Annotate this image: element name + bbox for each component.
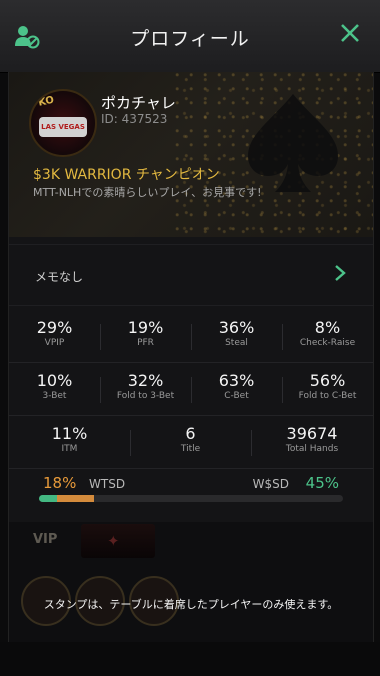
stat-pfr: 19% PFR: [100, 318, 191, 348]
stat-label: Steal: [225, 338, 248, 348]
stat-label: Fold to C-Bet: [298, 391, 357, 401]
wtsd-value: 18%: [43, 474, 77, 492]
stat-label: C-Bet: [224, 391, 249, 401]
vip-label: VIP: [33, 532, 58, 547]
bottom-strip: [0, 642, 380, 676]
wtsd-label: WTSD: [89, 477, 126, 491]
player-id: ID: 437523: [101, 112, 168, 126]
memo-label: メモなし: [35, 270, 84, 284]
stat-title: 6 Title: [130, 424, 251, 454]
vip-stamp-area: VIP ✦ スタンプは、テーブルに着席したプレイヤーのみ使えます。: [9, 522, 373, 642]
ornament-icon: ✦: [107, 532, 120, 550]
showdown-bar: [39, 495, 343, 502]
close-icon[interactable]: [338, 22, 362, 46]
stat-vpip: 29% VPIP: [9, 318, 100, 348]
stat-label: ITM: [61, 444, 78, 454]
stat-value: 11%: [51, 424, 88, 443]
avatar-sign: LAS VEGAS: [39, 117, 87, 137]
stats-row-2: 10% 3-Bet 32% Fold to 3-Bet 63% C-Bet 56…: [9, 363, 373, 416]
stat-value: 6: [185, 424, 196, 443]
stat-label: Title: [180, 444, 201, 454]
stat-3bet: 10% 3-Bet: [9, 371, 100, 401]
page-title: プロフィール: [130, 28, 250, 50]
achievement-description: MTT-NLHでの素晴らしいプレイ、お見事です!: [33, 186, 262, 199]
stat-value: 36%: [218, 318, 255, 337]
stat-label: PFR: [137, 338, 154, 348]
stat-value: 29%: [36, 318, 73, 337]
stamp-note: スタンプは、テーブルに着席したプレイヤーのみ使えます。: [43, 598, 339, 611]
stats-row-1: 29% VPIP 19% PFR 36% Steal 8% Check-Rais…: [9, 310, 373, 363]
stat-label: 3-Bet: [42, 391, 67, 401]
stat-value: 63%: [218, 371, 255, 390]
stat-check-raise: 8% Check-Raise: [282, 318, 373, 348]
profile-header: PKO LAS VEGAS ポカチャレ ID: 437523 $3K WARRI…: [9, 72, 373, 237]
stats-grid: 29% VPIP 19% PFR 36% Steal 8% Check-Rais…: [9, 310, 373, 469]
stat-fold-to-3bet: 32% Fold to 3-Bet: [100, 371, 191, 401]
stat-label: Total Hands: [285, 444, 339, 454]
stat-total-hands: 39674 Total Hands: [251, 424, 373, 454]
stat-label: Fold to 3-Bet: [116, 391, 175, 401]
avatar-tag: PKO: [30, 94, 56, 111]
wtsd-bar-fill: [57, 495, 94, 502]
stat-label: Check-Raise: [299, 338, 356, 348]
showdown-section: 18% WTSD W$SD 45%: [9, 470, 373, 508]
stat-value: 56%: [309, 371, 346, 390]
wsd-bar-fill: [39, 495, 57, 502]
player-name: ポカチャレ: [101, 94, 176, 112]
stat-label: VPIP: [44, 338, 65, 348]
stats-row-3: 11% ITM 6 Title 39674 Total Hands: [9, 416, 373, 469]
stat-value: 19%: [127, 318, 164, 337]
stat-itm: 11% ITM: [9, 424, 130, 454]
wsd-value: 45%: [305, 474, 339, 492]
memo-row[interactable]: メモなし: [9, 244, 373, 306]
stat-cbet: 63% C-Bet: [191, 371, 282, 401]
stat-steal: 36% Steal: [191, 318, 282, 348]
stat-value: 8%: [314, 318, 341, 337]
stat-value: 32%: [127, 371, 164, 390]
stat-value: 39674: [286, 424, 338, 443]
vip-thumbnail[interactable]: ✦: [81, 524, 155, 558]
wsd-label: W$SD: [252, 477, 289, 491]
profile-panel: PKO LAS VEGAS ポカチャレ ID: 437523 $3K WARRI…: [8, 72, 374, 642]
avatar[interactable]: PKO LAS VEGAS: [29, 89, 97, 157]
chevron-right-icon: [333, 263, 347, 283]
achievement-title: $3K WARRIOR チャンピオン: [33, 167, 220, 183]
stat-value: 10%: [36, 371, 73, 390]
top-bar: プロフィール: [0, 0, 380, 73]
stat-fold-to-cbet: 56% Fold to C-Bet: [282, 371, 373, 401]
